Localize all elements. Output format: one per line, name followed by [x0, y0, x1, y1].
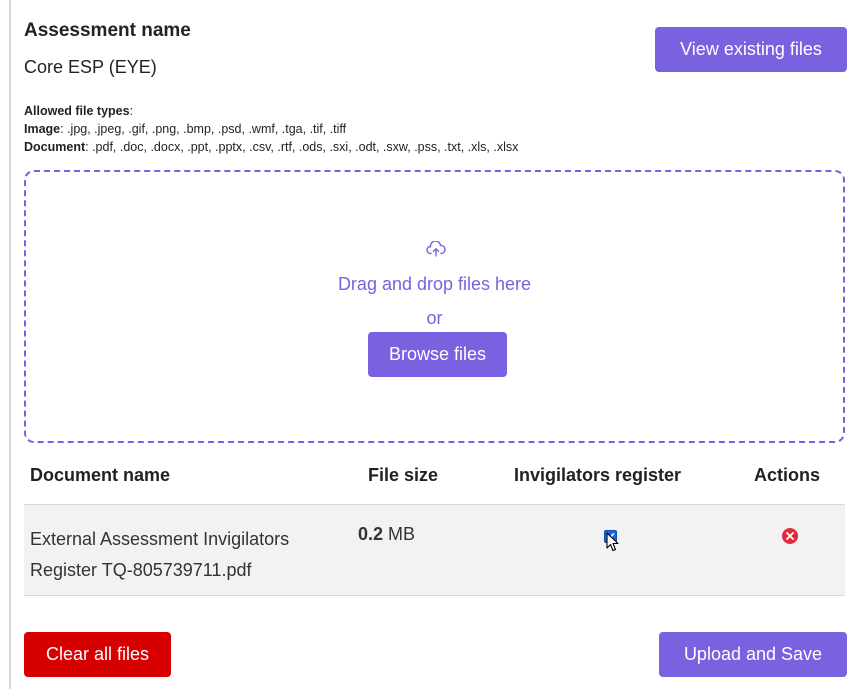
upload-and-save-button[interactable]: Upload and Save	[659, 632, 847, 677]
col-file-size: File size	[368, 465, 439, 485]
files-table-header: Document name File size Invigilators reg…	[24, 446, 845, 505]
left-divider	[9, 0, 11, 689]
remove-file-icon[interactable]	[781, 527, 799, 545]
file-size-value: 0.2	[358, 524, 384, 544]
allowed-file-types-heading: Allowed file types:	[24, 104, 134, 118]
dropzone-instruction: Drag and drop files here	[337, 274, 532, 294]
file-size-cell: 0.2 MB	[358, 524, 415, 545]
assessment-name-label: Assessment name	[24, 20, 191, 41]
allowed-file-types: Allowed file types: Image: .jpg, .jpeg, …	[24, 102, 518, 156]
cloud-upload-icon	[426, 241, 446, 257]
col-actions: Actions	[754, 465, 821, 485]
view-existing-files-button[interactable]: View existing files	[655, 27, 847, 72]
col-invigilators-register: Invigilators register	[514, 465, 682, 485]
clear-all-files-button[interactable]: Clear all files	[24, 632, 171, 677]
image-types-list: : .jpg, .jpeg, .gif, .png, .bmp, .psd, .…	[60, 122, 347, 136]
document-types-line: Document: .pdf, .doc, .docx, .ppt, .pptx…	[24, 138, 518, 156]
assessment-name-value: Core ESP (EYE)	[24, 57, 157, 77]
image-types-line: Image: .jpg, .jpeg, .gif, .png, .bmp, .p…	[24, 120, 518, 138]
document-types-list: : .pdf, .doc, .docx, .ppt, .pptx, .csv, …	[85, 140, 519, 154]
file-dropzone[interactable]: Drag and drop files here or Browse files	[24, 170, 845, 443]
image-types-label: Image	[24, 122, 61, 136]
mouse-cursor-icon	[606, 532, 619, 552]
dropzone-or: or	[426, 308, 443, 328]
col-document-name: Document name	[30, 465, 171, 485]
document-types-label: Document	[24, 140, 86, 154]
document-name-cell: External Assessment Invigilators Registe…	[30, 529, 290, 580]
file-size-unit: MB	[383, 524, 416, 544]
browse-files-button[interactable]: Browse files	[368, 332, 507, 377]
table-row: External Assessment Invigilators Registe…	[24, 505, 845, 596]
